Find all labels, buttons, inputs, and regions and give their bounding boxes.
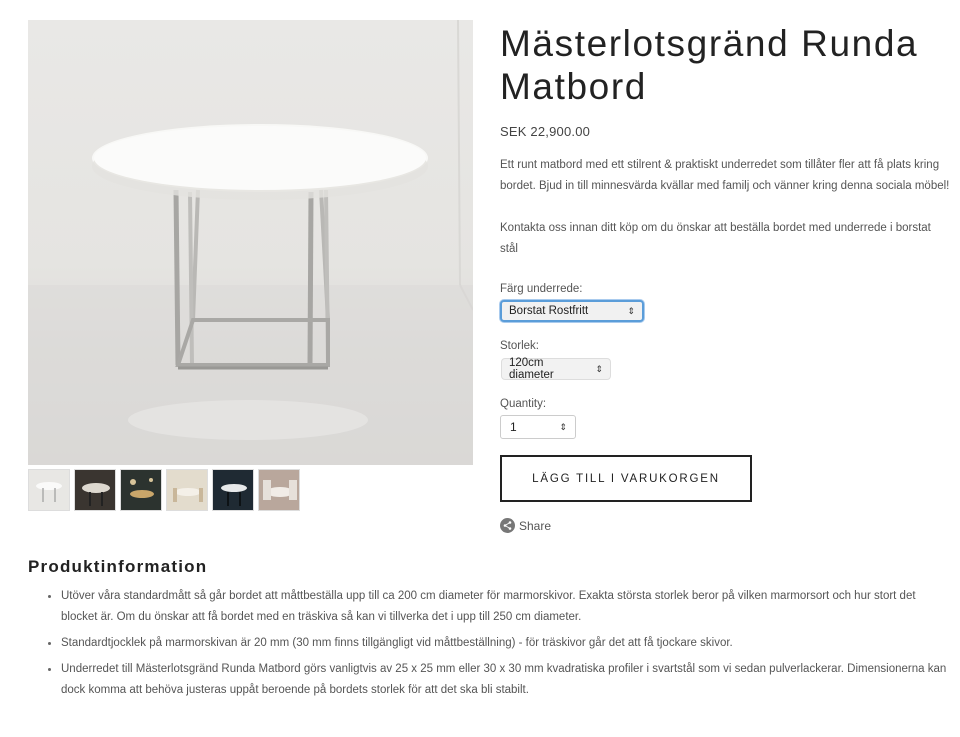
- product-contact-note: Kontakta oss innan ditt köp om du önskar…: [500, 222, 931, 255]
- quantity-value: 1: [510, 420, 517, 434]
- product-title: Mästerlotsgränd Runda Matbord: [500, 23, 919, 107]
- product-info-list: Utöver våra standardmått så går bordet a…: [48, 586, 948, 706]
- size-select[interactable]: 120cm diameter ⇕: [501, 357, 611, 381]
- size-label: Storlek:: [500, 340, 539, 352]
- product-price: SEK 22,900.00: [500, 124, 591, 139]
- color-select-value: Borstat Rostfritt: [509, 305, 589, 317]
- chevron-updown-icon: ⇕: [559, 421, 567, 432]
- thumbnail[interactable]: [166, 469, 208, 511]
- list-item: Utöver våra standardmått så går bordet a…: [48, 586, 948, 628]
- product-description: Ett runt matbord med ett stilrent & prak…: [500, 159, 950, 192]
- quantity-label: Quantity:: [500, 398, 547, 410]
- list-item: Underredet till Mästerlotsgränd Runda Ma…: [48, 659, 948, 701]
- product-main-image[interactable]: [28, 20, 473, 465]
- thumbnail-strip: [28, 469, 300, 511]
- product-info-heading: Produktinformation: [28, 557, 208, 576]
- thumbnail[interactable]: [74, 469, 116, 511]
- quantity-stepper[interactable]: 1 ⇕: [500, 415, 576, 439]
- list-item: Standardtjocklek på marmorskivan är 20 m…: [48, 633, 948, 654]
- color-select[interactable]: Borstat Rostfritt ⇕: [500, 300, 644, 322]
- chevron-updown-icon: ⇕: [627, 305, 635, 316]
- thumbnail[interactable]: [212, 469, 254, 511]
- share-label: Share: [519, 518, 552, 533]
- share-icon: [500, 518, 515, 533]
- thumbnail[interactable]: [120, 469, 162, 511]
- color-label: Färg underrede:: [500, 283, 583, 295]
- add-to-cart-button[interactable]: LÄGG TILL I VARUKORGEN: [500, 455, 752, 502]
- thumbnail[interactable]: [28, 469, 70, 511]
- thumbnail[interactable]: [258, 469, 300, 511]
- share-link[interactable]: Share: [500, 518, 551, 533]
- chevron-updown-icon: ⇕: [595, 363, 603, 374]
- size-select-value: 120cm diameter: [509, 357, 554, 381]
